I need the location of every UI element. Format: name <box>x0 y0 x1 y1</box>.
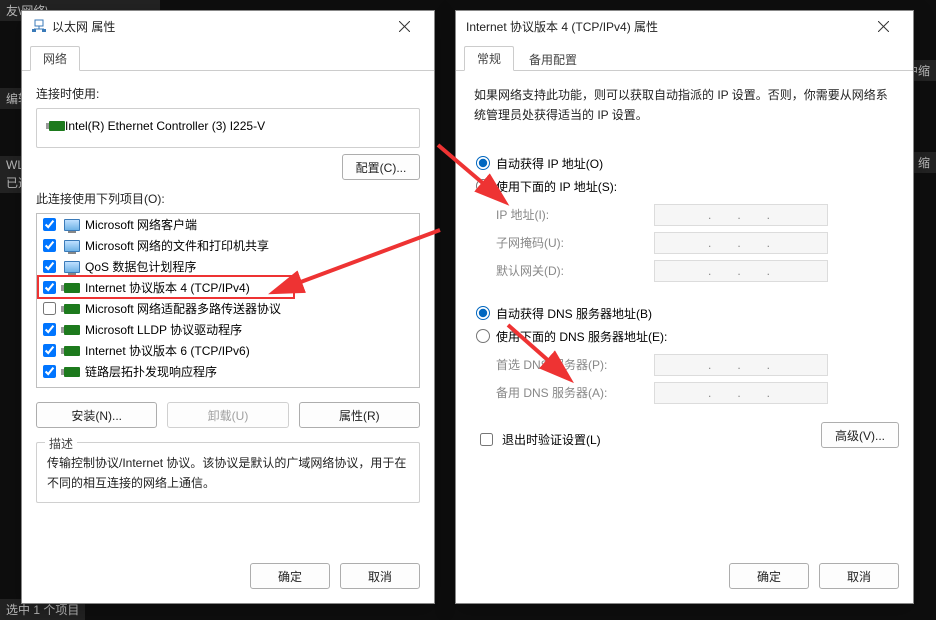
item-label: Internet 协议版本 4 (TCP/IPv4) <box>85 279 250 296</box>
uses-items-label: 此连接使用下列项目(O): <box>36 190 420 207</box>
intro-text: 如果网络支持此功能，则可以获取自动指派的 IP 设置。否则，你需要从网络系统管理… <box>470 85 899 132</box>
list-item[interactable]: Microsoft 网络的文件和打印机共享 <box>37 235 419 256</box>
monitor-icon <box>64 218 80 232</box>
mask-input[interactable]: ... <box>654 232 828 254</box>
monitor-icon <box>64 239 80 253</box>
configure-button[interactable]: 配置(C)... <box>342 154 420 180</box>
tab-row: 常规 备用配置 <box>456 41 913 71</box>
list-item[interactable]: Internet 协议版本 4 (TCP/IPv4) <box>37 277 419 298</box>
tab-row: 网络 <box>22 41 434 71</box>
radio-manual-dns-input[interactable] <box>476 329 490 343</box>
ok-button[interactable]: 确定 <box>729 563 809 589</box>
gateway-input[interactable]: ... <box>654 260 828 282</box>
list-item[interactable]: Microsoft 网络适配器多路传送器协议 <box>37 298 419 319</box>
item-label: Microsoft LLDP 协议驱动程序 <box>85 321 242 338</box>
tab-network[interactable]: 网络 <box>30 46 80 71</box>
item-label: Microsoft 网络的文件和打印机共享 <box>85 237 269 254</box>
advanced-button[interactable]: 高级(V)... <box>821 422 899 448</box>
row-mask: 子网掩码(U): ... <box>496 232 899 254</box>
radio-auto-dns-label: 自动获得 DNS 服务器地址(B) <box>496 305 652 322</box>
radio-manual-dns-label: 使用下面的 DNS 服务器地址(E): <box>496 328 667 345</box>
adapter-name: Intel(R) Ethernet Controller (3) I225-V <box>65 119 265 133</box>
radio-auto-ip[interactable]: 自动获得 IP 地址(O) <box>470 152 899 175</box>
row-dns1: 首选 DNS 服务器(P): ... <box>496 354 899 376</box>
dns2-input[interactable]: ... <box>654 382 828 404</box>
row-gateway: 默认网关(D): ... <box>496 260 899 282</box>
item-checkbox[interactable] <box>43 239 56 252</box>
ethernet-properties-dialog: 以太网 属性 网络 连接时使用: Intel(R) Ethernet Contr… <box>21 10 435 604</box>
ip-input[interactable]: ... <box>654 204 828 226</box>
item-label: Microsoft 网络客户端 <box>85 216 197 233</box>
monitor-icon <box>64 260 80 274</box>
row-ip: IP 地址(I): ... <box>496 204 899 226</box>
components-listbox[interactable]: Microsoft 网络客户端 Microsoft 网络的文件和打印机共享 QoS … <box>36 213 420 388</box>
connect-using-label: 连接时使用: <box>36 85 420 102</box>
item-checkbox[interactable] <box>43 281 56 294</box>
list-item[interactable]: QoS 数据包计划程序 <box>37 256 419 277</box>
description-text: 传输控制协议/Internet 协议。该协议是默认的广域网络协议，用于在不同的相… <box>47 453 409 494</box>
bg-right2: 缩 <box>912 152 936 173</box>
radio-auto-dns-input[interactable] <box>476 306 490 320</box>
install-button[interactable]: 安装(N)... <box>36 402 157 428</box>
dns1-input[interactable]: ... <box>654 354 828 376</box>
item-label: QoS 数据包计划程序 <box>85 258 196 275</box>
tab-alternate[interactable]: 备用配置 <box>516 47 590 71</box>
titlebar[interactable]: Internet 协议版本 4 (TCP/IPv4) 属性 <box>456 11 913 41</box>
list-item[interactable]: Internet 协议版本 6 (TCP/IPv6) <box>37 340 419 361</box>
cancel-button[interactable]: 取消 <box>340 563 420 589</box>
radio-manual-dns[interactable]: 使用下面的 DNS 服务器地址(E): <box>470 325 899 348</box>
adapter-icon <box>64 281 80 295</box>
gateway-label: 默认网关(D): <box>496 262 646 279</box>
item-label: 链路层拓扑发现响应程序 <box>85 363 217 380</box>
list-item[interactable]: Microsoft 网络客户端 <box>37 214 419 235</box>
row-dns2: 备用 DNS 服务器(A): ... <box>496 382 899 404</box>
adapter-row[interactable]: Intel(R) Ethernet Controller (3) I225-V <box>39 115 417 137</box>
item-checkbox[interactable] <box>43 218 56 231</box>
item-label: Internet 协议版本 6 (TCP/IPv6) <box>85 342 250 359</box>
network-icon <box>32 19 46 33</box>
item-checkbox[interactable] <box>43 323 56 336</box>
adapter-icon <box>64 323 80 337</box>
validate-checkbox[interactable] <box>480 433 493 446</box>
tab-general[interactable]: 常规 <box>464 46 514 71</box>
radio-auto-ip-label: 自动获得 IP 地址(O) <box>496 155 603 172</box>
close-button[interactable] <box>384 12 424 40</box>
radio-manual-ip[interactable]: 使用下面的 IP 地址(S): <box>470 175 899 198</box>
radio-auto-dns[interactable]: 自动获得 DNS 服务器地址(B) <box>470 302 899 325</box>
mask-label: 子网掩码(U): <box>496 234 646 251</box>
cancel-button[interactable]: 取消 <box>819 563 899 589</box>
adapter-icon <box>64 365 80 379</box>
adapter-icon <box>64 344 80 358</box>
window-title: 以太网 属性 <box>52 18 115 35</box>
close-button[interactable] <box>863 12 903 40</box>
nic-icon <box>49 119 65 133</box>
ip-label: IP 地址(I): <box>496 206 646 223</box>
list-item[interactable]: 链路层拓扑发现响应程序 <box>37 361 419 382</box>
item-checkbox[interactable] <box>43 302 56 315</box>
window-title: Internet 协议版本 4 (TCP/IPv4) 属性 <box>466 18 658 35</box>
properties-button[interactable]: 属性(R) <box>299 402 420 428</box>
item-label: Microsoft 网络适配器多路传送器协议 <box>85 300 281 317</box>
adapter-icon <box>64 302 80 316</box>
validate-label: 退出时验证设置(L) <box>502 431 601 448</box>
ipv4-properties-dialog: Internet 协议版本 4 (TCP/IPv4) 属性 常规 备用配置 如果… <box>455 10 914 604</box>
uninstall-button[interactable]: 卸载(U) <box>167 402 288 428</box>
radio-manual-ip-label: 使用下面的 IP 地址(S): <box>496 178 617 195</box>
item-checkbox[interactable] <box>43 365 56 378</box>
description-title: 描述 <box>45 435 77 452</box>
radio-manual-ip-input[interactable] <box>476 179 490 193</box>
dns2-label: 备用 DNS 服务器(A): <box>496 384 646 401</box>
titlebar[interactable]: 以太网 属性 <box>22 11 434 41</box>
radio-auto-ip-input[interactable] <box>476 156 490 170</box>
ok-button[interactable]: 确定 <box>250 563 330 589</box>
list-item[interactable]: Microsoft LLDP 协议驱动程序 <box>37 319 419 340</box>
item-checkbox[interactable] <box>43 344 56 357</box>
item-checkbox[interactable] <box>43 260 56 273</box>
dns1-label: 首选 DNS 服务器(P): <box>496 356 646 373</box>
